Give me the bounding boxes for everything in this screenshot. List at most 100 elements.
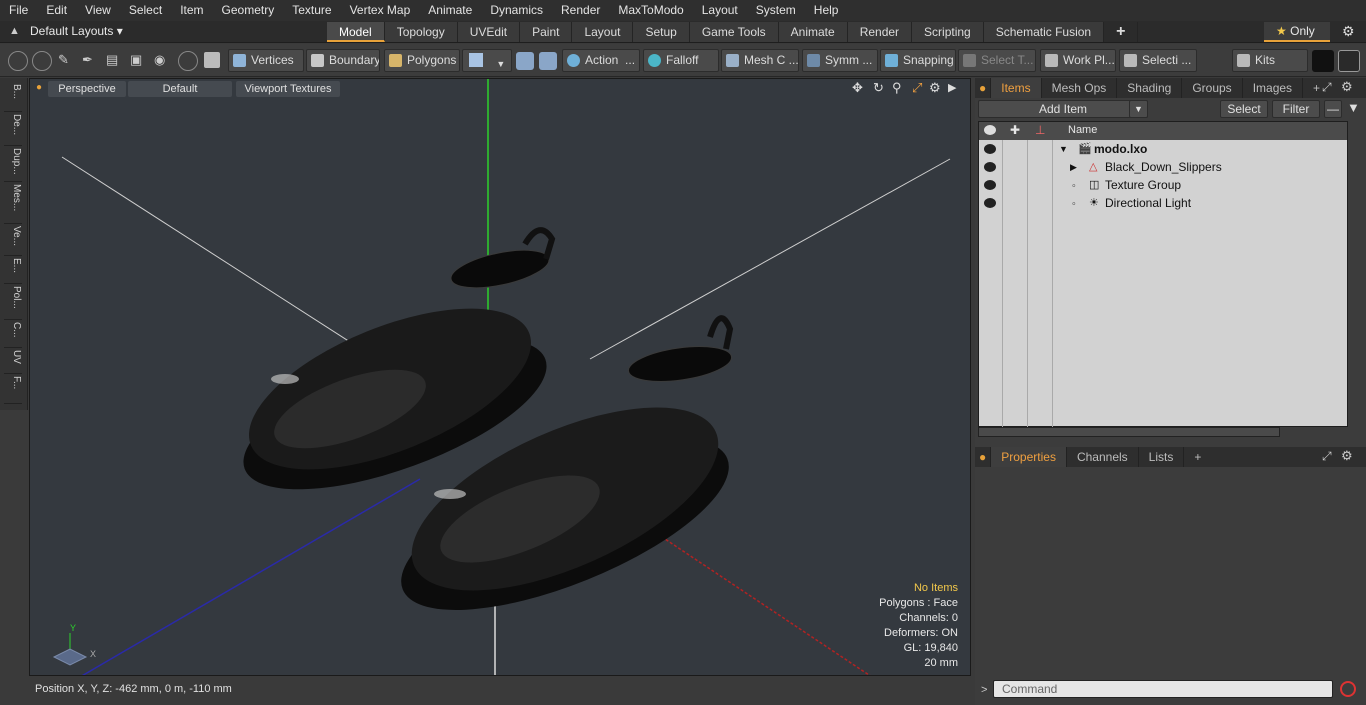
eye-icon[interactable] [984, 198, 996, 208]
tab-topology[interactable]: Topology [384, 22, 458, 42]
viewport-textures-dropdown[interactable]: Viewport Textures [236, 81, 340, 97]
vtab-basic[interactable]: B... [4, 84, 22, 112]
selection-sets-button[interactable]: Selecti ... [1119, 49, 1197, 72]
vtab-vertex[interactable]: Ve... [4, 226, 22, 256]
up-arrow-icon[interactable]: ▲ [9, 25, 20, 37]
gear-icon[interactable]: ⚙ [1342, 23, 1355, 40]
add-tab-icon[interactable]: + [1104, 22, 1139, 42]
vtab-polygon[interactable]: Pol... [4, 286, 22, 320]
add-tab-icon[interactable]: + [1184, 447, 1211, 467]
tab-setup[interactable]: Setup [633, 22, 690, 42]
record-icon[interactable] [1340, 681, 1356, 697]
brush-icon[interactable]: ✒ [82, 52, 93, 68]
menu-render[interactable]: Render [552, 0, 609, 21]
menu-system[interactable]: System [747, 0, 805, 21]
move-icon[interactable]: ✥ [852, 80, 863, 96]
shading-dropdown[interactable]: Default [128, 81, 232, 97]
tab-scripting[interactable]: Scripting [912, 22, 984, 42]
eye-icon[interactable] [984, 162, 996, 172]
chevron-down-icon[interactable]: ▼ [1129, 100, 1148, 118]
menu-view[interactable]: View [76, 0, 120, 21]
expand-triangle-icon[interactable]: ▶ [1070, 158, 1077, 176]
list-item[interactable]: ▼ 🎬 modo.lxo [979, 140, 1347, 158]
list-item[interactable]: ▶ △ Black_Down_Slippers [979, 158, 1347, 176]
symmetry-button[interactable]: Symm ... [802, 49, 878, 72]
globe-icon[interactable] [32, 51, 52, 71]
only-toggle[interactable]: ★ Only [1264, 22, 1330, 42]
menu-select[interactable]: Select [120, 0, 171, 21]
perspective-dropdown[interactable]: Perspective [48, 81, 126, 97]
maximize-icon[interactable]: ⤢ [912, 80, 922, 96]
menu-layout[interactable]: Layout [693, 0, 747, 21]
tab-game-tools[interactable]: Game Tools [689, 22, 779, 42]
menu-dynamics[interactable]: Dynamics [481, 0, 552, 21]
menu-edit[interactable]: Edit [37, 0, 76, 21]
lock-icon[interactable]: ✚ [1010, 123, 1020, 137]
tab-shading[interactable]: Shading [1117, 78, 1183, 98]
gear-icon[interactable]: ⚙ [929, 80, 941, 96]
center-icon[interactable]: ▣ [130, 52, 142, 68]
zoom-icon[interactable]: ⚲ [892, 80, 902, 96]
boundary-button[interactable]: Boundary [306, 49, 380, 72]
tab-images[interactable]: Images [1243, 78, 1304, 98]
eye-icon[interactable] [984, 144, 996, 154]
menu-geometry[interactable]: Geometry [213, 0, 284, 21]
snap-shield-2-icon[interactable] [539, 52, 557, 70]
vtab-uv[interactable]: UV [4, 350, 22, 374]
action-center-button[interactable]: Action ... [562, 49, 640, 72]
rotate-icon[interactable]: ↻ [873, 80, 884, 96]
vtab-deform[interactable]: De... [4, 114, 22, 146]
3d-viewport[interactable]: Y X ● Perspective Default Viewport Textu… [29, 78, 971, 676]
pen-icon[interactable]: ✎ [58, 52, 69, 68]
collapse-triangle-icon[interactable]: ▼ [1059, 140, 1068, 158]
gear-icon[interactable]: ⚙ [1341, 79, 1353, 95]
chevron-right-icon[interactable]: ▶ [948, 81, 956, 94]
unity-icon[interactable] [1312, 50, 1334, 72]
snap-shield-icon[interactable] [516, 52, 534, 70]
falloff-button[interactable]: Falloff [643, 49, 719, 72]
vertices-button[interactable]: Vertices [228, 49, 304, 72]
menu-maxtomodo[interactable]: MaxToModo [609, 0, 692, 21]
menu-texture[interactable]: Texture [283, 0, 340, 21]
menu-help[interactable]: Help [805, 0, 848, 21]
vtab-mesh-edit[interactable]: Mes... [4, 184, 22, 224]
target-icon[interactable]: ◉ [154, 52, 165, 68]
tab-channels[interactable]: Channels [1067, 447, 1139, 467]
snapping-button[interactable]: Snapping [880, 49, 956, 72]
vtab-duplicate[interactable]: Dup... [4, 148, 22, 182]
align-icon[interactable]: ▤ [106, 52, 118, 68]
filter-button[interactable]: Filter [1272, 100, 1320, 118]
collapse-icon[interactable]: — [1324, 100, 1342, 118]
tab-mesh-ops[interactable]: Mesh Ops [1042, 78, 1118, 98]
select-through-button[interactable]: Select T... [958, 49, 1036, 72]
tab-render[interactable]: Render [847, 22, 913, 42]
expand-icon[interactable]: ⤢ [1322, 449, 1332, 464]
expand-icon[interactable]: ⤢ [1322, 80, 1332, 95]
mesh-constraint-button[interactable]: Mesh C ... [721, 49, 799, 72]
unreal-icon[interactable] [1338, 50, 1360, 72]
tab-layout[interactable]: Layout [572, 22, 634, 42]
list-item[interactable]: ∘ ◫ Texture Group [979, 176, 1347, 194]
tab-lists[interactable]: Lists [1139, 447, 1185, 467]
vtab-fusion[interactable]: F... [4, 376, 22, 404]
tab-properties[interactable]: Properties [991, 447, 1067, 467]
horizontal-scrollbar[interactable] [978, 427, 1280, 437]
list-item[interactable]: ∘ ☀ Directional Light [979, 194, 1347, 212]
vtab-curve[interactable]: C... [4, 322, 22, 348]
select-button[interactable]: Select [1220, 100, 1268, 118]
pie-icon[interactable] [178, 51, 198, 71]
command-input[interactable]: Command [993, 680, 1333, 698]
visibility-icon[interactable] [984, 125, 996, 135]
menu-file[interactable]: File [0, 0, 37, 21]
add-item-button[interactable]: Add Item [978, 100, 1148, 118]
tab-groups[interactable]: Groups [1182, 78, 1243, 98]
tab-items[interactable]: Items [991, 78, 1042, 98]
kits-button[interactable]: Kits [1232, 49, 1308, 72]
funnel-icon[interactable]: ▼ [1347, 100, 1360, 115]
tab-schematic-fusion[interactable]: Schematic Fusion [983, 22, 1105, 42]
gear-icon[interactable]: ⚙ [1341, 448, 1353, 464]
tab-uvedit[interactable]: UVEdit [457, 22, 521, 42]
menu-item[interactable]: Item [171, 0, 212, 21]
vtab-edge[interactable]: E... [4, 258, 22, 284]
item-mode-icon[interactable] [204, 52, 220, 68]
